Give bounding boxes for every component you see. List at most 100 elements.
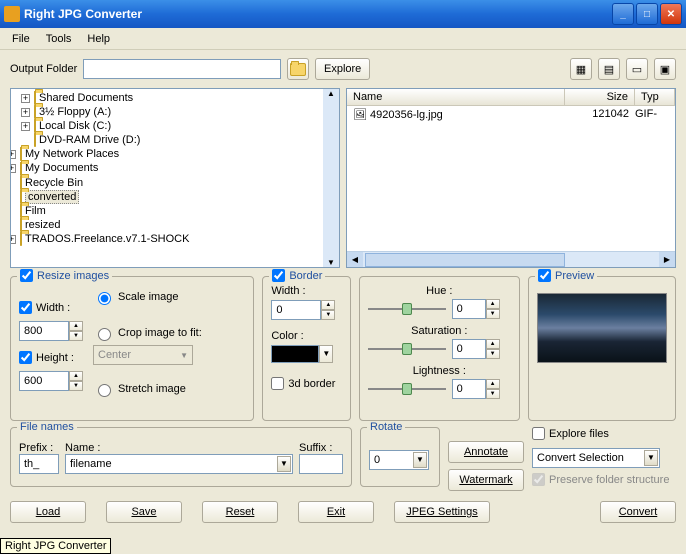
saturation-slider[interactable] (368, 341, 446, 357)
filenames-title: File names (17, 421, 77, 433)
3d-border-checkbox[interactable]: 3d border (271, 377, 335, 390)
border-width-label: Width : (271, 285, 341, 297)
explore-button[interactable]: Explore (315, 58, 370, 80)
browse-folder-button[interactable] (287, 58, 309, 80)
hue-slider[interactable] (368, 301, 446, 317)
prefix-input[interactable] (19, 454, 59, 474)
crop-position-dropdown[interactable]: Center▼ (93, 345, 193, 365)
mid-buttons: Annotate Watermark (448, 427, 524, 491)
view-mode-3-button[interactable]: ▭ (626, 58, 648, 80)
border-color-label: Color : (271, 330, 341, 342)
suffix-input[interactable] (299, 454, 343, 474)
border-width-spinner[interactable]: ▲▼ (321, 300, 335, 320)
minimize-button[interactable]: _ (612, 3, 634, 25)
preview-group: Preview (528, 276, 676, 421)
border-color-dropdown[interactable]: ▼ (319, 345, 333, 363)
menu-tools[interactable]: Tools (38, 31, 80, 47)
col-size[interactable]: Size (565, 89, 635, 105)
watermark-button[interactable]: Watermark (448, 469, 524, 491)
menu-file[interactable]: File (4, 31, 38, 47)
tree-item[interactable]: Recycle Bin (21, 176, 339, 190)
view-mode-2-button[interactable]: ▤ (598, 58, 620, 80)
hsl-group: Hue : ▲▼ Saturation : ▲▼ Lightness : ▲▼ (359, 276, 520, 421)
width-checkbox[interactable]: Width : (19, 301, 70, 314)
rotate-dropdown[interactable]: 0▼ (369, 450, 429, 470)
scale-radio[interactable]: Scale image (93, 289, 179, 305)
width-spinner[interactable]: ▲▼ (69, 321, 83, 341)
height-input[interactable] (19, 371, 69, 391)
folder-tree[interactable]: +Shared Documents+3½ Floppy (A:)+Local D… (10, 88, 340, 268)
name-dropdown[interactable]: filename▼ (65, 454, 293, 474)
convert-button[interactable]: Convert (600, 501, 676, 523)
tree-item[interactable]: +TRADOS.Freelance.v7.1-SHOCK (21, 232, 339, 246)
tree-item[interactable]: +Local Disk (C:) (35, 119, 339, 133)
tree-scrollbar[interactable] (323, 89, 339, 267)
annotate-button[interactable]: Annotate (448, 441, 524, 463)
menubar: File Tools Help (0, 28, 686, 50)
col-type[interactable]: Typ (635, 89, 675, 105)
rotate-group: Rotate 0▼ (360, 427, 440, 487)
saturation-spinner[interactable]: ▲▼ (486, 339, 500, 359)
maximize-button[interactable]: □ (636, 3, 658, 25)
hue-spinner[interactable]: ▲▼ (486, 299, 500, 319)
height-spinner[interactable]: ▲▼ (69, 371, 83, 391)
tree-item[interactable]: +Shared Documents (35, 91, 339, 105)
border-width-input[interactable] (271, 300, 321, 320)
file-row[interactable]: 🖼 4920356-lg.jpg121042GIF- (347, 106, 675, 123)
view-mode-4-button[interactable]: ▣ (654, 58, 676, 80)
tree-item[interactable]: resized (21, 218, 339, 232)
tree-item[interactable]: +My Documents (21, 161, 339, 175)
saturation-input[interactable] (452, 339, 486, 359)
tree-item[interactable]: converted (21, 190, 339, 204)
crop-radio[interactable]: Crop image to fit: (93, 325, 202, 341)
border-checkbox[interactable]: Border (269, 269, 325, 282)
tooltip: Right JPG Converter (0, 538, 111, 554)
border-group: Border Width : ▲▼ Color : ▼ 3d border (262, 276, 350, 421)
folder-icon (20, 232, 22, 246)
explore-group: Explore files Convert Selection▼ Preserv… (532, 427, 676, 491)
name-label: Name : (65, 442, 293, 454)
resize-checkbox[interactable]: Resize images (17, 269, 112, 282)
saturation-label: Saturation : (368, 325, 511, 337)
output-folder-input[interactable] (83, 59, 281, 79)
prefix-label: Prefix : (19, 442, 59, 454)
window-title: Right JPG Converter (24, 7, 610, 21)
lightness-input[interactable] (452, 379, 486, 399)
border-color-swatch[interactable] (271, 345, 319, 363)
options-row: Resize images Width : ▲▼ Height : ▲▼ Sca… (0, 268, 686, 421)
tree-item[interactable]: +My Network Places (21, 147, 339, 161)
save-button[interactable]: Save (106, 501, 182, 523)
output-folder-label: Output Folder (10, 63, 77, 75)
lightness-spinner[interactable]: ▲▼ (486, 379, 500, 399)
tree-item[interactable]: Film (21, 204, 339, 218)
load-button[interactable]: Load (10, 501, 86, 523)
file-list-header: Name Size Typ (347, 89, 675, 106)
tree-item[interactable]: DVD-RAM Drive (D:) (35, 133, 339, 147)
preview-image (537, 293, 667, 363)
jpeg-settings-button[interactable]: JPEG Settings (394, 501, 490, 523)
preview-checkbox[interactable]: Preview (535, 269, 597, 282)
exit-button[interactable]: Exit (298, 501, 374, 523)
resize-group: Resize images Width : ▲▼ Height : ▲▼ Sca… (10, 276, 254, 421)
rotate-title: Rotate (367, 421, 405, 433)
col-name[interactable]: Name (347, 89, 565, 105)
width-input[interactable] (19, 321, 69, 341)
browser-panels: +Shared Documents+3½ Floppy (A:)+Local D… (0, 88, 686, 268)
lightness-slider[interactable] (368, 381, 446, 397)
tree-item[interactable]: +3½ Floppy (A:) (35, 105, 339, 119)
file-list-hscroll[interactable]: ◀▶ (347, 251, 675, 267)
menu-help[interactable]: Help (79, 31, 118, 47)
reset-button[interactable]: Reset (202, 501, 278, 523)
suffix-label: Suffix : (299, 442, 343, 454)
file-list[interactable]: Name Size Typ 🖼 4920356-lg.jpg121042GIF-… (346, 88, 676, 268)
stretch-radio[interactable]: Stretch image (93, 381, 186, 397)
titlebar: Right JPG Converter _ □ ✕ (0, 0, 686, 28)
view-mode-1-button[interactable]: ▦ (570, 58, 592, 80)
explore-files-checkbox[interactable]: Explore files (532, 427, 609, 440)
close-button[interactable]: ✕ (660, 3, 682, 25)
convert-selection-dropdown[interactable]: Convert Selection▼ (532, 448, 660, 468)
toolbar: Output Folder Explore ▦ ▤ ▭ ▣ (0, 50, 686, 88)
hue-label: Hue : (368, 285, 511, 297)
height-checkbox[interactable]: Height : (19, 351, 74, 364)
hue-input[interactable] (452, 299, 486, 319)
